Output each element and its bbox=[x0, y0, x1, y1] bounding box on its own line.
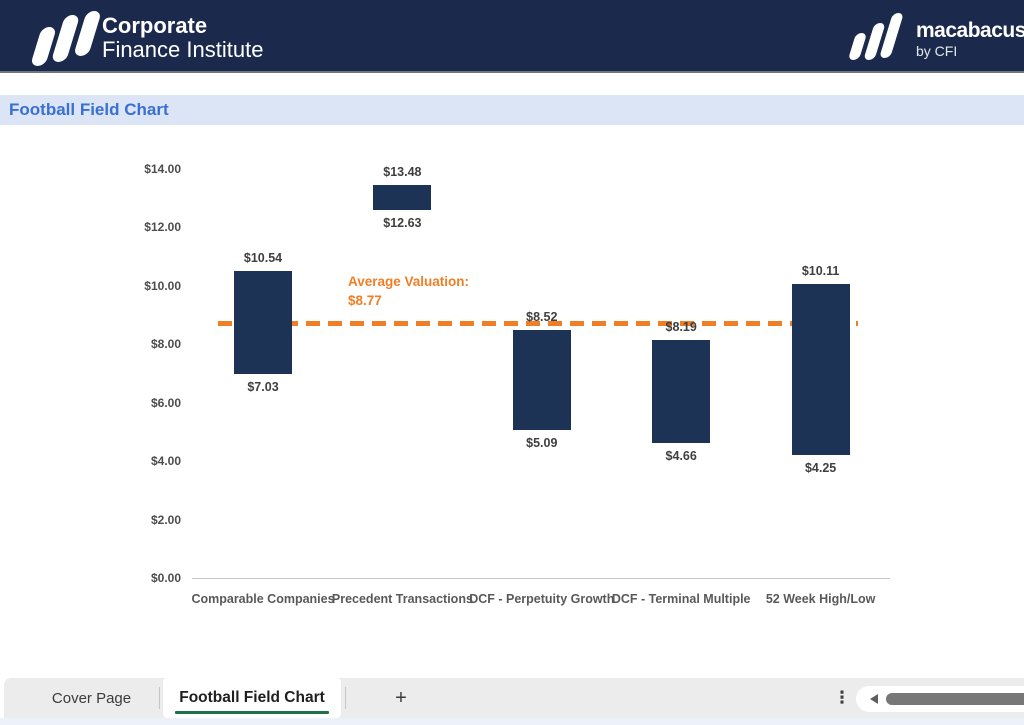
bar-high-label: $10.54 bbox=[213, 251, 313, 265]
tab-divider bbox=[345, 687, 346, 709]
average-valuation-dashed-line bbox=[218, 321, 858, 326]
macabacus-wordmark: macabacus™ bbox=[916, 16, 1024, 42]
bar-low-label: $7.03 bbox=[213, 380, 313, 394]
chart-bar bbox=[513, 330, 571, 430]
bar-low-label: $4.66 bbox=[631, 449, 731, 463]
sheet-tab-label: Cover Page bbox=[52, 690, 131, 707]
workbook-window: Corporate Finance Institute macabacus™ b… bbox=[0, 0, 1024, 725]
chart-bar bbox=[373, 185, 431, 210]
category-label: Comparable Companies bbox=[188, 591, 338, 608]
y-axis-tick-label: $6.00 bbox=[109, 396, 181, 410]
y-axis-tick-label: $2.00 bbox=[109, 513, 181, 527]
y-axis-tick-label: $8.00 bbox=[109, 337, 181, 351]
add-sheet-button[interactable]: + bbox=[377, 678, 425, 718]
macabacus-logo-text: macabacus™ by CFI bbox=[916, 16, 1024, 60]
sheet-tab-cover-page[interactable]: Cover Page bbox=[24, 678, 159, 718]
bar-high-label: $8.52 bbox=[492, 310, 592, 324]
tab-divider bbox=[159, 687, 160, 709]
cfi-logo-line1: Corporate bbox=[102, 14, 263, 38]
y-axis-tick-label: $4.00 bbox=[109, 454, 181, 468]
category-label: Precedent Transactions bbox=[327, 591, 477, 608]
active-tab-underline bbox=[175, 711, 329, 714]
y-axis-tick-label: $12.00 bbox=[109, 220, 181, 234]
scroll-left-arrow-icon[interactable] bbox=[870, 694, 878, 704]
macabacus-logo-stripe bbox=[879, 13, 904, 58]
bar-low-label: $5.09 bbox=[492, 436, 592, 450]
horizontal-scrollbar[interactable] bbox=[856, 686, 1024, 712]
cfi-logo-line2: Finance Institute bbox=[102, 38, 263, 62]
page-title: Football Field Chart bbox=[0, 100, 169, 120]
bar-low-label: $4.25 bbox=[771, 461, 871, 475]
chart-bar bbox=[234, 271, 292, 374]
category-label: DCF - Terminal Multiple bbox=[606, 591, 756, 608]
average-valuation-label-line2: $8.77 bbox=[348, 291, 469, 310]
sheet-tab-label: Football Field Chart bbox=[179, 689, 325, 707]
x-axis-line bbox=[192, 578, 890, 579]
scrollbar-thumb[interactable] bbox=[886, 693, 1024, 705]
y-axis-tick-label: $10.00 bbox=[109, 279, 181, 293]
bar-high-label: $10.11 bbox=[771, 264, 871, 278]
bar-high-label: $8.19 bbox=[631, 320, 731, 334]
sheet-title-strip: Football Field Chart bbox=[0, 95, 1024, 125]
sheet-options-ellipsis-icon[interactable]: ⋮ bbox=[830, 678, 854, 718]
bar-high-label: $13.48 bbox=[352, 165, 452, 179]
sheet-tab-bar: Cover Page Football Field Chart + ⋮ bbox=[4, 678, 1024, 718]
average-valuation-label: Average Valuation: $8.77 bbox=[348, 272, 469, 310]
window-bottom-edge bbox=[0, 718, 1024, 725]
chart-bar bbox=[792, 284, 850, 455]
cfi-logo-text: Corporate Finance Institute bbox=[102, 14, 263, 62]
category-label: DCF - Perpetuity Growth bbox=[467, 591, 617, 608]
plus-icon: + bbox=[395, 687, 407, 710]
macabacus-byline: by CFI bbox=[916, 42, 1024, 60]
y-axis-tick-label: $14.00 bbox=[109, 162, 181, 176]
cfi-logo-stripe bbox=[51, 15, 80, 62]
average-valuation-label-line1: Average Valuation: bbox=[348, 272, 469, 291]
sheet-tab-football-field-chart[interactable]: Football Field Chart bbox=[163, 678, 341, 718]
bar-low-label: $12.63 bbox=[352, 216, 452, 230]
chart-bar bbox=[652, 340, 710, 443]
category-label: 52 Week High/Low bbox=[746, 591, 896, 608]
y-axis-tick-label: $0.00 bbox=[109, 571, 181, 585]
branding-header: Corporate Finance Institute macabacus™ b… bbox=[0, 0, 1024, 73]
